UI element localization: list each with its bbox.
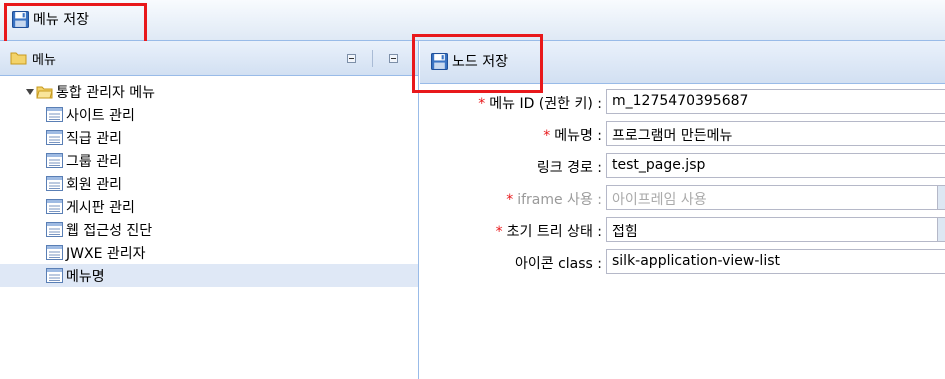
form-row-tree-state: * 초기 트리 상태 : 접힘 <box>420 214 945 244</box>
tree-node-child[interactable]: 사이트 관리 <box>0 103 418 126</box>
tree-node-child-selected[interactable]: 메뉴명 <box>0 264 418 287</box>
tree-node-label: 메뉴명 <box>66 268 105 285</box>
tree-node-child[interactable]: 직급 관리 <box>0 126 418 149</box>
list-view-icon <box>46 176 63 191</box>
floppy-disk-icon <box>12 10 29 28</box>
required-mark: * <box>543 128 551 144</box>
save-node-label: 노드 저장 <box>452 54 508 70</box>
required-mark: * <box>495 224 503 240</box>
save-node-button[interactable]: 노드 저장 <box>429 51 510 71</box>
menu-tree: 통합 관리자 메뉴 사이트 관리 직급 관리 그룹 관리 회원 관리 게시판 관… <box>0 76 418 287</box>
icon-class-field[interactable]: silk-application-view-list <box>606 249 945 274</box>
iframe-select[interactable]: 아이프레임 사용 <box>606 185 945 210</box>
field-label: 아이콘 class : <box>514 256 602 272</box>
list-view-icon <box>46 107 63 122</box>
field-label: * iframe 사용 : <box>506 192 602 208</box>
form-row-iframe: * iframe 사용 : 아이프레임 사용 <box>420 182 945 212</box>
save-menu-label: 메뉴 저장 <box>33 12 89 28</box>
field-label: * 초기 트리 상태 : <box>495 224 602 240</box>
form-row-icon-class: 아이콘 class : silk-application-view-list <box>420 246 945 276</box>
link-path-field[interactable]: test_page.jsp <box>606 153 945 178</box>
menu-tree-panel: 메뉴 통합 관리자 메뉴 사이트 관리 직급 관리 그룹 관리 회원 관리 게시… <box>0 41 419 379</box>
tree-node-label: 회원 관리 <box>66 176 122 193</box>
tree-node-label: 웹 접근성 진단 <box>66 222 153 239</box>
tree-state-select[interactable]: 접힘 <box>606 217 945 242</box>
tree-node-child[interactable]: 회원 관리 <box>0 172 418 195</box>
tree-node-child[interactable]: 게시판 관리 <box>0 195 418 218</box>
tree-node-child[interactable]: JWXE 관리자 <box>0 241 418 264</box>
menu-panel-title: 메뉴 <box>32 52 56 68</box>
node-panel-header: 노드 저장 <box>420 41 945 84</box>
field-label: 링크 경로 : <box>536 160 602 176</box>
form-row-menu-name: * 메뉴명 : 프로그램머 만든메뉴 <box>420 118 945 148</box>
tree-node-root[interactable]: 통합 관리자 메뉴 <box>0 80 418 103</box>
top-toolbar: 메뉴 저장 <box>0 0 945 41</box>
tree-node-label: 사이트 관리 <box>66 107 135 124</box>
menu-name-field[interactable]: 프로그램머 만든메뉴 <box>606 121 945 146</box>
list-view-icon <box>46 222 63 237</box>
collapse-all-button[interactable] <box>347 54 356 63</box>
tree-node-label: 직급 관리 <box>66 130 122 147</box>
node-detail-panel: 노드 저장 * 메뉴 ID (권한 키) : m_1275470395687 * 메… <box>420 41 945 379</box>
toolbar-separator <box>372 50 373 67</box>
save-menu-button[interactable]: 메뉴 저장 <box>8 7 93 31</box>
menu-panel-header: 메뉴 <box>0 41 418 76</box>
tree-node-label: 통합 관리자 메뉴 <box>56 84 156 101</box>
menu-id-field[interactable]: m_1275470395687 <box>606 89 945 114</box>
required-mark: * <box>478 96 486 112</box>
list-view-icon <box>46 268 63 283</box>
open-folder-icon <box>36 86 53 98</box>
expand-arrow-icon[interactable] <box>26 88 34 95</box>
field-label: * 메뉴명 : <box>543 128 602 144</box>
form-row-link-path: 링크 경로 : test_page.jsp <box>420 150 945 180</box>
floppy-disk-icon <box>431 52 448 70</box>
expand-all-button[interactable] <box>389 54 398 63</box>
list-view-icon <box>46 130 63 145</box>
list-view-icon <box>46 153 63 168</box>
required-mark: * <box>506 192 514 208</box>
tree-node-label: 게시판 관리 <box>66 199 135 216</box>
form-row-menu-id: * 메뉴 ID (권한 키) : m_1275470395687 <box>420 86 945 116</box>
field-label: * 메뉴 ID (권한 키) : <box>478 96 602 112</box>
folder-icon <box>10 52 27 65</box>
tree-node-label: 그룹 관리 <box>66 153 122 170</box>
tree-node-child[interactable]: 그룹 관리 <box>0 149 418 172</box>
list-view-icon <box>46 199 63 214</box>
list-view-icon <box>46 245 63 260</box>
tree-node-child[interactable]: 웹 접근성 진단 <box>0 218 418 241</box>
tree-node-label: JWXE 관리자 <box>66 245 146 262</box>
